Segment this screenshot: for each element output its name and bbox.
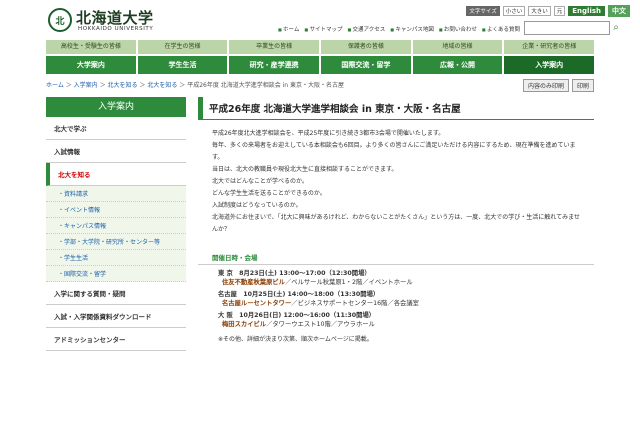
audience-tab-students[interactable]: 在学生の皆様 bbox=[137, 40, 228, 54]
university-logo-icon[interactable]: 北 bbox=[48, 8, 72, 32]
sidebar-sub-student-life[interactable]: 学生生活 bbox=[46, 250, 186, 266]
utility-links: ホーム サイトマップ 交通アクセス キャンパス地図 お問い合わせ よくある質問 bbox=[278, 25, 520, 33]
sidebar-item-know[interactable]: 北大を知る bbox=[46, 163, 186, 186]
intro-paragraph: 入試制度はどうなっているのか。 bbox=[212, 202, 302, 209]
search-input[interactable] bbox=[524, 21, 610, 35]
util-link-sitemap[interactable]: サイトマップ bbox=[304, 25, 342, 33]
site-header: 北 北海道大学 HOKKAIDO UNIVERSITY 文字サイズ 小さい 大き… bbox=[0, 0, 640, 40]
venue-date: 8月23日(土) 13:00～17:00（12:30開場） bbox=[239, 270, 371, 277]
intro-paragraph: 北大ではどんなことが学べるのか。 bbox=[212, 178, 308, 185]
breadcrumb-current: 平成26年度 北海道大学進学相談会 in 東京・大阪・名古屋 bbox=[187, 82, 345, 89]
breadcrumb-admissions[interactable]: 入学案内 bbox=[74, 82, 98, 89]
venue-place-link[interactable]: 住友不動産秋葉原ビル bbox=[218, 279, 285, 286]
breadcrumb: ホーム ＞ 入学案内 ＞ 北大を知る ＞ 北大を知る ＞ 平成26年度 北海道大… bbox=[46, 82, 345, 89]
nav-pr[interactable]: 広報・公開 bbox=[412, 56, 503, 74]
sidebar-item-questions[interactable]: 入学に関する質問・疑問 bbox=[46, 282, 186, 305]
text-size-small-button[interactable]: 小さい bbox=[502, 6, 526, 16]
sidebar-item-admission-center[interactable]: アドミッションセンター bbox=[46, 328, 186, 351]
text-size-label: 文字サイズ bbox=[466, 6, 500, 16]
venue-nagoya: 名古屋 10月25日(土) 14:00～18:00（13:30開場） 名古屋ルー… bbox=[198, 286, 594, 307]
venue-place-link[interactable]: 梅田スカイビル bbox=[218, 321, 266, 328]
breadcrumb-know-2[interactable]: 北大を知る bbox=[147, 82, 177, 89]
sidebar-sub-international[interactable]: 国際交流・留学 bbox=[46, 266, 186, 282]
print-button[interactable]: 印刷 bbox=[571, 79, 594, 92]
util-link-campus-map[interactable]: キャンパス地図 bbox=[390, 25, 434, 33]
audience-tab-parents[interactable]: 保護者の皆様 bbox=[321, 40, 411, 54]
intro-paragraph: 当日は、北大の教職員や現役北大生に直接相談することができます。 bbox=[212, 166, 398, 173]
venue-date: 10月26日(日) 12:00～16:00（11:30開場） bbox=[239, 312, 376, 319]
venue-detail: ／ベルサール秋葉原1・2階／イベントホール bbox=[284, 279, 413, 286]
util-link-access[interactable]: 交通アクセス bbox=[347, 25, 386, 33]
main-nav: 大学案内 学生生活 研究・産学連携 国際交流・留学 広報・公開 入学案内 bbox=[46, 56, 595, 74]
footnote: ※その他、詳細が決まり次第、順次ホームページに掲載。 bbox=[218, 336, 373, 343]
page: 北 北海道大学 HOKKAIDO UNIVERSITY 文字サイズ 小さい 大き… bbox=[0, 0, 640, 426]
sidebar-sub-request[interactable]: 資料請求 bbox=[46, 186, 186, 202]
intro-text: 平成26年度北大進学相談会を、平成25年度に引き続き3都市3会場で開催いたします… bbox=[198, 120, 594, 244]
audience-tab-prospective[interactable]: 高校生・受験生の皆様 bbox=[46, 40, 136, 54]
util-link-faq[interactable]: よくある質問 bbox=[482, 25, 520, 33]
venue-osaka: 大 阪 10月26日(日) 12:00～16:00（11:30開場） 梅田スカイ… bbox=[198, 307, 594, 328]
search-icon[interactable]: ⌕ bbox=[610, 21, 622, 35]
nav-about[interactable]: 大学案内 bbox=[46, 56, 136, 74]
audience-tab-alumni[interactable]: 卒業生の皆様 bbox=[229, 40, 320, 54]
util-link-home[interactable]: ホーム bbox=[278, 25, 299, 33]
sidebar-sub-faculties[interactable]: 学部・大学院・研究所・センター等 bbox=[46, 234, 186, 250]
sidebar-heading[interactable]: 入学案内 bbox=[46, 97, 186, 117]
sidebar: 入学案内 北大で学ぶ 入試情報 北大を知る 資料請求 イベント情報 キャンパス情… bbox=[46, 97, 186, 351]
breadcrumb-know-1[interactable]: 北大を知る bbox=[108, 82, 138, 89]
page-title: 平成26年度 北海道大学進学相談会 in 東京・大阪・名古屋 bbox=[198, 97, 594, 120]
university-name-en: HOKKAIDO UNIVERSITY bbox=[78, 26, 154, 32]
venue-date: 10月25日(土) 14:00～18:00（13:30開場） bbox=[243, 291, 380, 298]
nav-research[interactable]: 研究・産学連携 bbox=[229, 56, 320, 74]
text-size-large-button[interactable]: 大きい bbox=[528, 6, 551, 16]
sidebar-item-downloads[interactable]: 入試・入学関係資料ダウンロード bbox=[46, 305, 186, 328]
audience-tab-business[interactable]: 企業・研究者の皆様 bbox=[504, 40, 595, 54]
intro-paragraph: 毎年、多くの来場者をお迎えしている本相談会も6回目。より多くの皆さんにご満足いた… bbox=[212, 142, 576, 161]
schedule-heading: 開催日時・会場 bbox=[198, 252, 594, 265]
venue-city: 名古屋 bbox=[218, 291, 237, 298]
sidebar-sub-events[interactable]: イベント情報 bbox=[46, 202, 186, 218]
sidebar-item-study[interactable]: 北大で学ぶ bbox=[46, 117, 186, 140]
intro-paragraph: どんな学生生活を送ることができるのか。 bbox=[212, 190, 326, 197]
nav-admissions[interactable]: 入学案内 bbox=[504, 56, 595, 74]
lang-chinese-button[interactable]: 中文 bbox=[608, 5, 630, 17]
university-name[interactable]: 北海道大学 bbox=[76, 7, 154, 28]
util-link-contact[interactable]: お問い合わせ bbox=[439, 25, 477, 33]
main-content: 平成26年度 北海道大学進学相談会 in 東京・大阪・名古屋 平成26年度北大進… bbox=[198, 97, 594, 349]
breadcrumb-home[interactable]: ホーム bbox=[46, 82, 64, 89]
sidebar-item-exam-info[interactable]: 入試情報 bbox=[46, 140, 186, 163]
print-content-button[interactable]: 内容のみ印刷 bbox=[522, 79, 569, 92]
print-buttons: 内容のみ印刷 印刷 bbox=[522, 79, 594, 92]
venue-detail: ／タワーウエスト10階／アウラホール bbox=[266, 321, 375, 328]
text-size-reset-button[interactable]: 元 bbox=[553, 6, 566, 16]
sidebar-sub-campus[interactable]: キャンパス情報 bbox=[46, 218, 186, 234]
nav-international[interactable]: 国際交流・留学 bbox=[321, 56, 411, 74]
venue-tokyo: 東 京 8月23日(土) 13:00～17:00（12:30開場） 住友不動産秋… bbox=[198, 265, 594, 286]
venue-place-link[interactable]: 名古屋ルーセントタワー bbox=[218, 300, 291, 307]
audience-tab-community[interactable]: 地域の皆様 bbox=[412, 40, 503, 54]
text-size-language-bar: 文字サイズ 小さい 大きい 元 English 中文 bbox=[466, 5, 630, 17]
audience-tabs: 高校生・受験生の皆様 在学生の皆様 卒業生の皆様 保護者の皆様 地域の皆様 企業… bbox=[46, 40, 595, 54]
venue-city: 大 阪 bbox=[218, 312, 233, 319]
venue-detail: ／ビジネスサポートセンター16階／各会議室 bbox=[291, 300, 419, 307]
intro-paragraph: 北海道外にお住まいで、「北大に興味があるけれど、わからないことがたくさん」という… bbox=[212, 214, 580, 233]
intro-paragraph: 平成26年度北大進学相談会を、平成25年度に引き続き3都市3会場で開催いたします… bbox=[212, 130, 445, 137]
nav-student-life[interactable]: 学生生活 bbox=[137, 56, 228, 74]
lang-english-button[interactable]: English bbox=[568, 6, 605, 16]
venue-city: 東 京 bbox=[218, 270, 233, 277]
